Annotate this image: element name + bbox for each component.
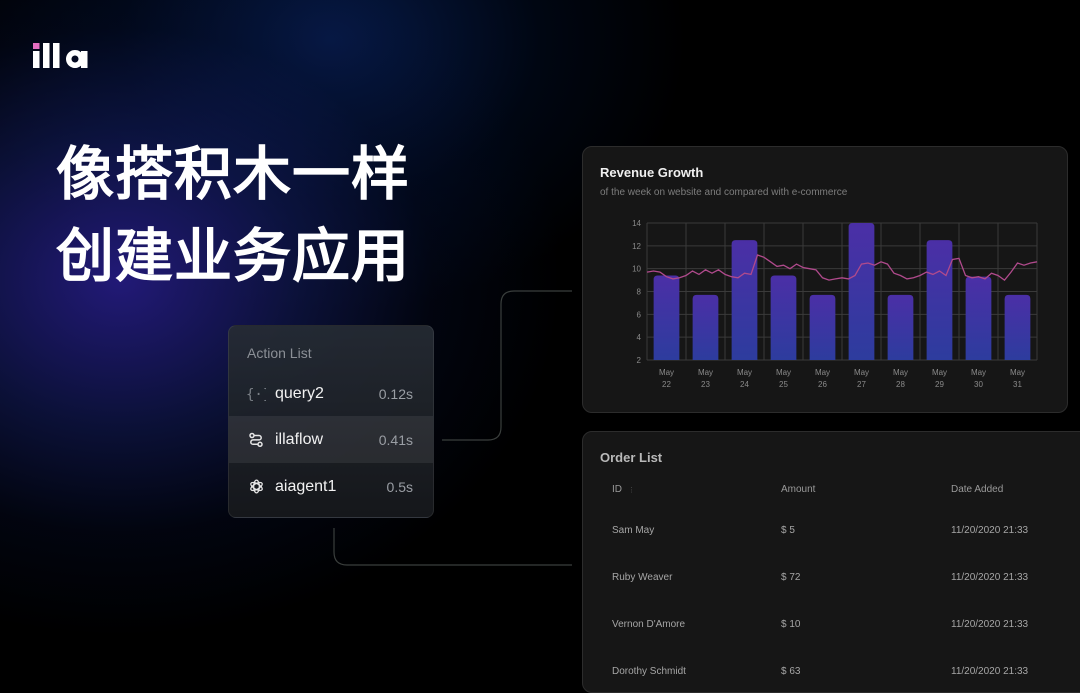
revenue-growth-card: Revenue Growth of the week on website an… <box>582 146 1068 413</box>
x-tick-label-day: 25 <box>779 380 788 389</box>
x-tick-label-month: May <box>854 368 869 377</box>
x-tick-label-day: 22 <box>662 380 671 389</box>
action-time: 0.41s <box>378 431 413 448</box>
cell-date: 11/20/2020 21:33 <box>951 619 1029 630</box>
column-header-date[interactable]: Date Added <box>951 484 1003 495</box>
cell-id: Sam May <box>612 525 655 536</box>
x-tick-label-month: May <box>971 368 986 377</box>
logo-accent-dot <box>33 43 40 49</box>
action-name: illaflow <box>275 430 324 448</box>
bar-may-28[interactable] <box>887 294 914 360</box>
cell-date: 11/20/2020 21:33 <box>951 666 1029 677</box>
action-name: query2 <box>275 384 324 402</box>
sort-icon[interactable]: ⋮ <box>628 487 635 494</box>
x-tick-label-month: May <box>698 368 713 377</box>
y-tick-label: 2 <box>637 356 642 365</box>
cell-date: 11/20/2020 21:33 <box>951 525 1029 536</box>
action-time: 0.12s <box>378 385 413 402</box>
hero-title: 像搭积木一样 创建业务应用 <box>56 133 410 297</box>
x-tick-label-month: May <box>737 368 752 377</box>
illa-logo <box>33 40 95 70</box>
cell-amount: $ 5 <box>781 525 795 536</box>
x-tick-label-month: May <box>659 368 674 377</box>
action-list-panel: Action List {·} query2 0.12s illaflow 0.… <box>228 325 434 518</box>
column-header-id[interactable]: ID ⋮ <box>612 484 635 495</box>
x-tick-label-day: 30 <box>974 380 983 389</box>
x-tick-label-month: May <box>1010 368 1025 377</box>
bar-may-22[interactable] <box>653 275 680 360</box>
bar-may-26[interactable] <box>809 294 836 360</box>
cell-amount: $ 72 <box>781 572 801 583</box>
x-tick-label-day: 24 <box>740 380 749 389</box>
cell-amount: $ 10 <box>781 619 801 630</box>
action-name: aiagent1 <box>275 477 337 495</box>
bar-may-27[interactable] <box>848 223 875 360</box>
x-tick-label-month: May <box>893 368 908 377</box>
action-item-query2[interactable]: {·} query2 0.12s <box>229 370 433 417</box>
order-list-card: Order List ID ⋮ Amount Date Added Sam May… <box>582 431 1080 693</box>
x-tick-label-day: 27 <box>857 380 866 389</box>
revenue-chart: 2468101214May22May23May24May25May26May27… <box>632 219 1038 389</box>
cell-amount: $ 63 <box>781 666 801 677</box>
y-tick-label: 4 <box>637 333 642 342</box>
x-tick-label-day: 23 <box>701 380 710 389</box>
bar-may-30[interactable] <box>965 276 992 360</box>
y-tick-label: 6 <box>637 310 642 319</box>
bar-may-31[interactable] <box>1004 294 1031 360</box>
bar-may-24[interactable] <box>731 240 758 360</box>
x-tick-label-day: 31 <box>1013 380 1022 389</box>
hero-line-2: 创建业务应用 <box>56 222 411 290</box>
y-tick-label: 10 <box>632 265 641 274</box>
action-item-illaflow[interactable]: illaflow 0.41s <box>229 416 433 463</box>
illa-logo-mark <box>33 43 88 68</box>
x-tick-label-month: May <box>815 368 830 377</box>
cell-id: Ruby Weaver <box>612 572 673 583</box>
column-header-amount[interactable]: Amount <box>781 484 815 495</box>
y-tick-label: 12 <box>632 242 641 251</box>
openai-icon <box>246 477 266 497</box>
action-item-aiagent1[interactable]: aiagent1 0.5s <box>229 463 433 510</box>
y-tick-label: 14 <box>632 219 641 228</box>
hero-line-1: 像搭积木一样 <box>56 140 411 208</box>
y-tick-label: 8 <box>637 288 642 297</box>
cell-date: 11/20/2020 21:33 <box>951 572 1029 583</box>
x-tick-label-month: May <box>932 368 947 377</box>
workflow-icon <box>246 430 266 450</box>
code-braces-icon: {·} <box>246 384 266 404</box>
x-tick-label-day: 26 <box>818 380 827 389</box>
action-list-title: Action List <box>247 345 312 361</box>
cell-id: Vernon D'Amore <box>612 619 686 630</box>
bar-may-23[interactable] <box>692 294 719 360</box>
x-tick-label-day: 29 <box>935 380 944 389</box>
svg-text:{·}: {·} <box>246 387 266 402</box>
order-list-title: Order List <box>600 450 663 465</box>
x-tick-label-month: May <box>776 368 791 377</box>
cell-id: Dorothy Schmidt <box>612 666 686 677</box>
action-time: 0.5s <box>386 478 413 495</box>
bar-may-29[interactable] <box>926 240 953 360</box>
x-tick-label-day: 28 <box>896 380 905 389</box>
bar-may-25[interactable] <box>770 275 797 360</box>
